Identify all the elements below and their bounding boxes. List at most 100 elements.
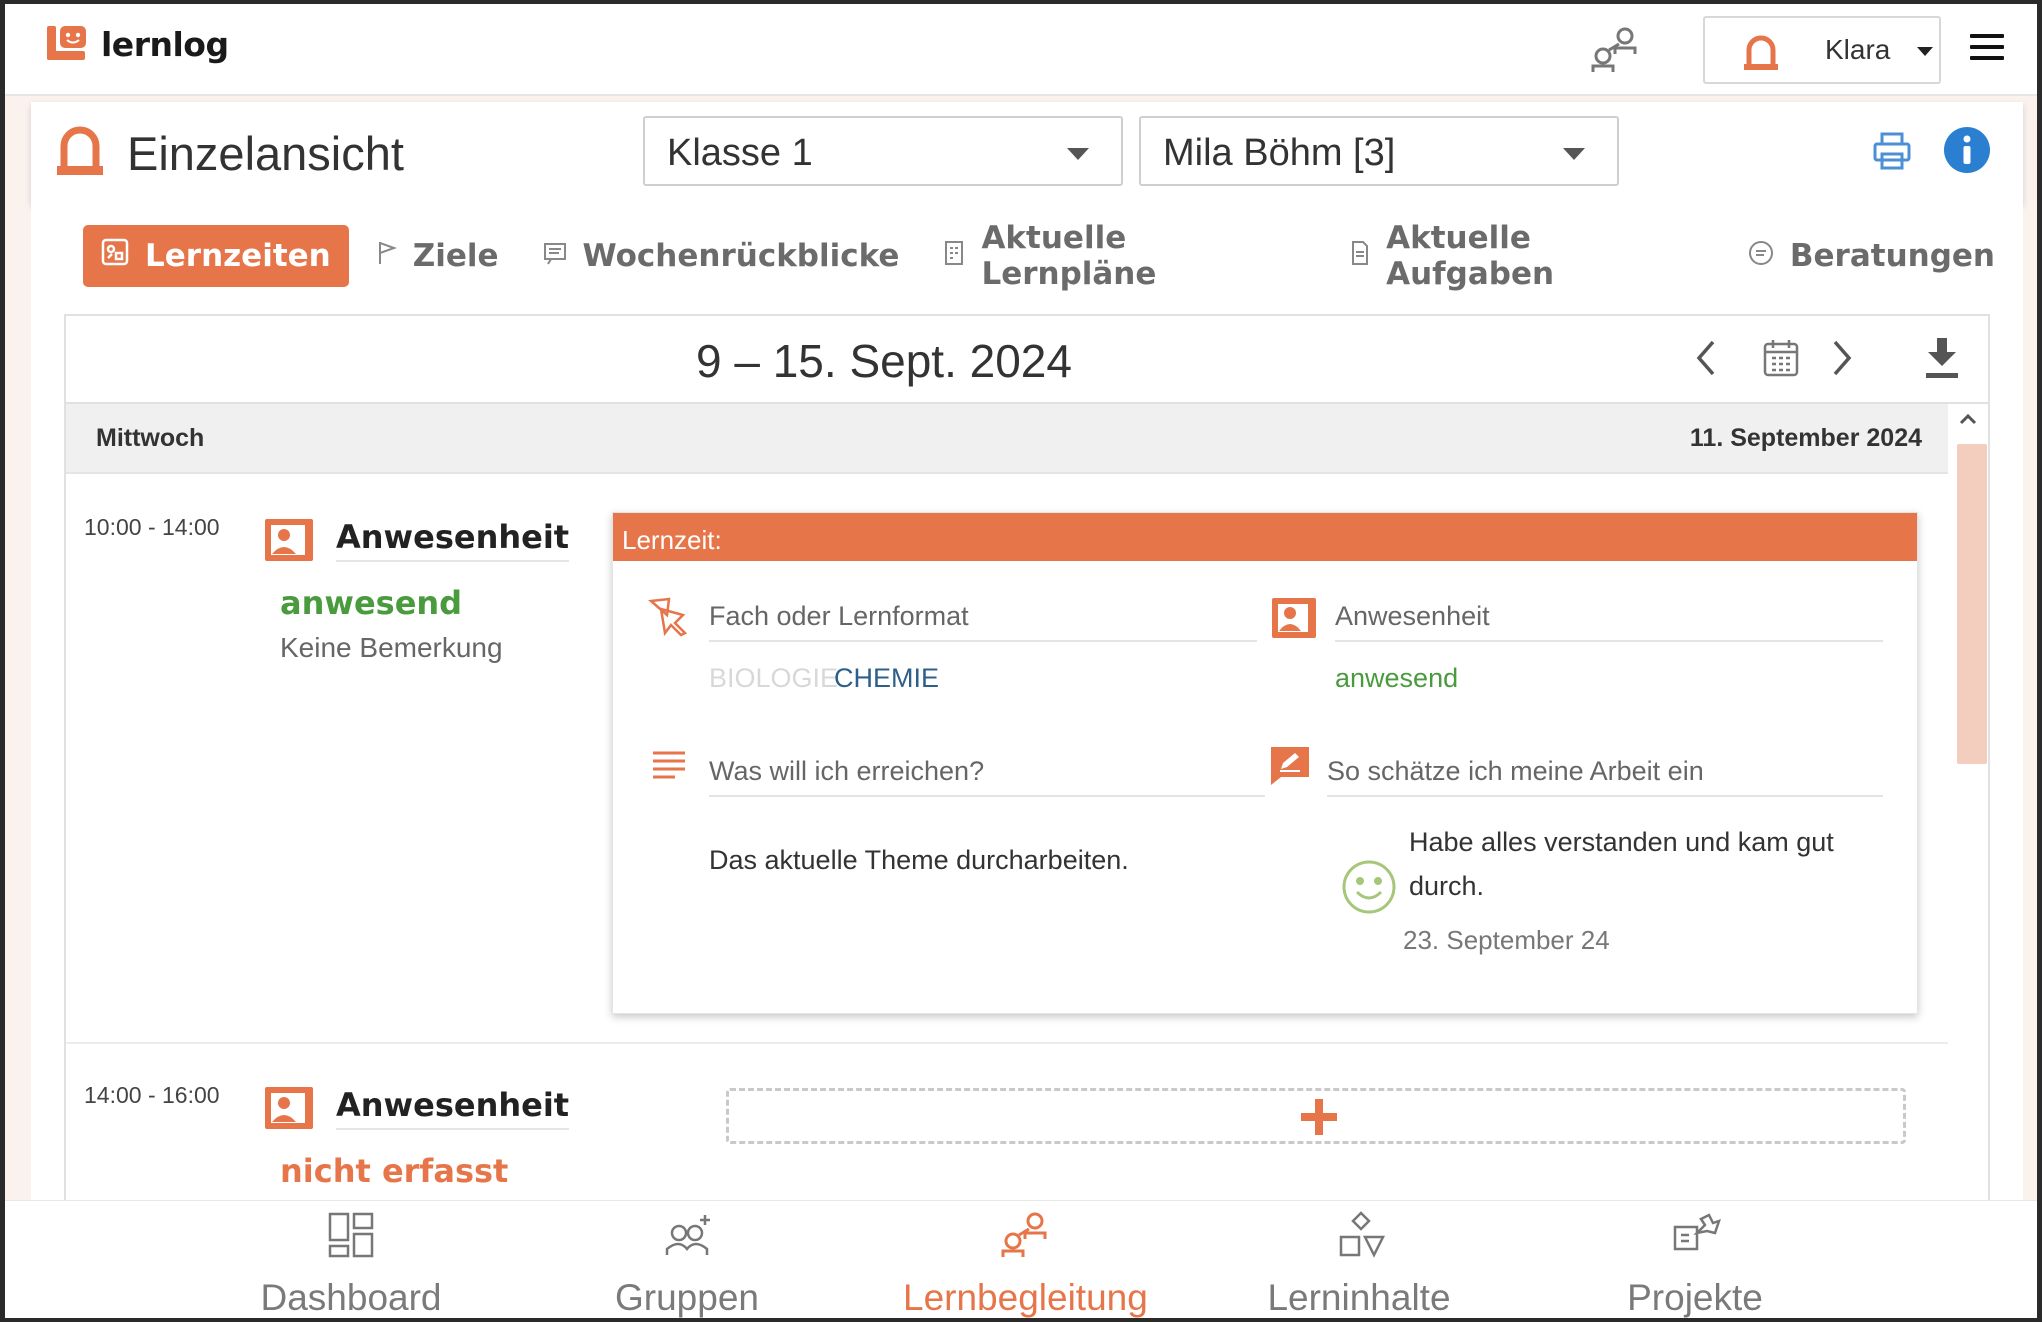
- chevron-right-icon[interactable]: [1830, 338, 1854, 378]
- assessment-text-line2: durch.: [1409, 871, 1485, 901]
- tab-label: Aktuelle Aufgaben: [1386, 220, 1555, 292]
- lernbegleitung-icon[interactable]: [1589, 26, 1641, 79]
- assessment-label: So schätze ich meine Arbeit ein: [1327, 756, 1883, 797]
- nav-gruppen[interactable]: Gruppen: [567, 1209, 807, 1318]
- lernbegleitung-icon: [1001, 1212, 1047, 1257]
- tab-label: Aktuelle Lernpläne: [981, 220, 1157, 292]
- flag-icon: [377, 238, 397, 274]
- bottom-navigation: Dashboard Gruppen Lernbegleitung Lerninh…: [5, 1200, 2037, 1318]
- groups-icon: [665, 1215, 710, 1255]
- nav-projekte[interactable]: Projekte: [1575, 1209, 1815, 1318]
- nav-label: Lerninhalte: [1267, 1277, 1451, 1318]
- user-avatar-icon: [1744, 35, 1778, 70]
- chevron-left-icon[interactable]: [1694, 338, 1718, 378]
- subject-icon: [648, 597, 688, 637]
- tab-aktuelle-aufgaben[interactable]: Aktuelle Aufgaben: [1334, 220, 1720, 292]
- attendance-icon: [1272, 598, 1316, 638]
- plan-icon: [943, 238, 965, 274]
- class-select[interactable]: Klasse 1: [643, 116, 1123, 186]
- user-name: Klara: [1825, 34, 1891, 65]
- info-icon[interactable]: [1943, 126, 1991, 174]
- student-icon: [57, 126, 103, 175]
- tab-label: Ziele: [412, 238, 499, 274]
- tab-lernzeiten[interactable]: Lernzeiten: [83, 225, 349, 287]
- week-title: 9 – 15. Sept. 2024: [696, 335, 1072, 387]
- nav-lerninhalte[interactable]: Lerninhalte: [1239, 1209, 1479, 1318]
- chevron-down-icon: [1563, 148, 1585, 160]
- scrollbar-thumb[interactable]: [1957, 444, 1987, 764]
- tab-aktuelle-lernplaene[interactable]: Aktuelle Lernpläne: [927, 220, 1322, 292]
- chat-icon: [1748, 238, 1774, 274]
- lernzeit-card[interactable]: Lernzeit: Fach oder Lernformat BIOLOGIE …: [612, 512, 1918, 1014]
- attendance-label[interactable]: Anwesenheit: [336, 518, 570, 562]
- nav-label: Projekte: [1627, 1277, 1763, 1318]
- day-name: Mittwoch: [96, 424, 205, 452]
- hamburger-menu-icon[interactable]: [1970, 34, 2004, 62]
- goal-text: Das aktuelle Theme durcharbeiten.: [709, 845, 1129, 875]
- attendance-value: anwesend: [1335, 663, 1459, 693]
- student-select-value: Mila Böhm [3]: [1163, 132, 1396, 174]
- class-select-value: Klasse 1: [667, 132, 813, 174]
- document-icon: [1350, 238, 1370, 274]
- app-name: lernlog: [101, 24, 229, 64]
- nav-lernbegleitung[interactable]: Lernbegleitung: [903, 1209, 1148, 1318]
- goal-label: Was will ich erreichen?: [709, 756, 1265, 797]
- attendance-status: nicht erfasst: [280, 1152, 509, 1190]
- tab-wochenrueckblicke[interactable]: Wochenrückblicke: [527, 225, 916, 287]
- tab-ziele[interactable]: Ziele: [361, 225, 515, 287]
- assessment-date: 23. September 24: [1403, 925, 1610, 955]
- add-lernzeit-button[interactable]: [726, 1088, 1906, 1144]
- plus-icon: [1301, 1099, 1337, 1135]
- assessment-text-line1: Habe alles verstanden und kam gut: [1409, 827, 1834, 857]
- subject-chemie[interactable]: CHEMIE: [834, 663, 939, 694]
- main-card: Lernzeiten Ziele Wochenrückblicke Aktuel…: [31, 204, 2023, 1318]
- week-header: 9 – 15. Sept. 2024: [66, 316, 1988, 404]
- subject-label: Fach oder Lernformat: [709, 601, 1257, 642]
- week-panel: 9 – 15. Sept. 2024 Mittwoch 11. Septembe…: [64, 314, 1990, 1318]
- attendance-label: Anwesenheit: [1335, 601, 1883, 642]
- puzzle-icon: [1673, 1213, 1721, 1251]
- dashboard-icon: [328, 1212, 374, 1258]
- text-lines-icon: [653, 751, 685, 779]
- download-icon[interactable]: [1924, 336, 1960, 380]
- nav-label: Dashboard: [260, 1277, 442, 1318]
- app-logo[interactable]: lernlog: [45, 24, 229, 64]
- slot-divider: [66, 1042, 1948, 1044]
- page-title: Einzelansicht: [127, 127, 404, 180]
- calendar-icon[interactable]: [1762, 338, 1800, 378]
- student-select[interactable]: Mila Böhm [3]: [1139, 116, 1619, 186]
- app-window: lernlog Klara Einzelansicht Klasse 1 Mil…: [5, 4, 2037, 1318]
- nav-label: Lernbegleitung: [903, 1277, 1148, 1318]
- tab-bar: Lernzeiten Ziele Wochenrückblicke Aktuel…: [83, 220, 2023, 292]
- scroll-up-icon[interactable]: [1958, 412, 1978, 426]
- top-bar: lernlog Klara: [5, 4, 2037, 96]
- print-icon[interactable]: [1873, 132, 1911, 170]
- attendance-icon: [265, 1087, 313, 1129]
- subject-biologie[interactable]: BIOLOGIE: [709, 663, 838, 694]
- day-header: Mittwoch 11. September 2024: [66, 404, 1948, 474]
- chevron-down-icon: [1917, 47, 1933, 56]
- shapes-icon: [1339, 1211, 1386, 1258]
- attendance-icon: [265, 519, 313, 561]
- chevron-down-icon: [1067, 148, 1089, 160]
- page-header: Einzelansicht Klasse 1 Mila Böhm [3]: [31, 102, 2023, 204]
- tab-beratungen[interactable]: Beratungen: [1732, 225, 2011, 287]
- scrollbar[interactable]: [1948, 404, 1988, 1318]
- calendar-grid-icon: [101, 238, 129, 274]
- tab-label: Beratungen: [1789, 238, 1995, 274]
- attendance-remark: Keine Bemerkung: [280, 632, 503, 663]
- attendance-status: anwesend: [280, 584, 463, 622]
- lernzeit-header: Lernzeit:: [613, 513, 1917, 561]
- tab-label: Lernzeiten: [145, 238, 331, 274]
- slot-time: 14:00 - 16:00: [84, 1082, 220, 1108]
- attendance-label[interactable]: Anwesenheit: [336, 1086, 570, 1130]
- user-menu[interactable]: Klara: [1703, 16, 1941, 84]
- slot-time: 10:00 - 14:00: [84, 514, 220, 540]
- day-date: 11. September 2024: [1689, 424, 1922, 452]
- tab-label: Wochenrückblicke: [582, 238, 900, 274]
- comment-icon: [543, 238, 567, 274]
- nav-label: Gruppen: [615, 1277, 759, 1318]
- smiley-happy-icon: [1342, 860, 1396, 914]
- lernlog-logo-icon: [45, 24, 89, 64]
- nav-dashboard[interactable]: Dashboard: [231, 1209, 471, 1318]
